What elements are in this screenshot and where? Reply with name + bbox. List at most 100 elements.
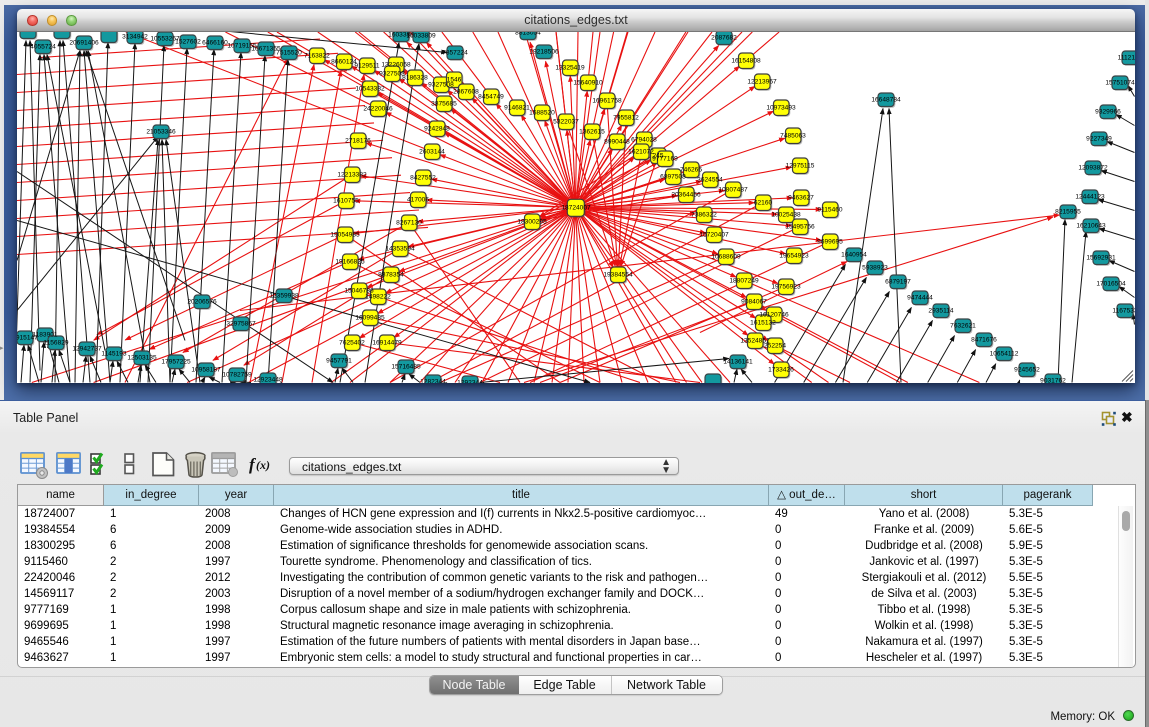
svg-text:32975867: 32975867	[226, 320, 256, 327]
svg-text:14353594: 14353594	[385, 245, 415, 252]
svg-text:12359938: 12359938	[269, 292, 299, 299]
svg-text:8454749: 8454749	[478, 93, 504, 100]
svg-text:19756923: 19756923	[771, 283, 801, 290]
svg-text:9242848: 9242848	[424, 125, 450, 132]
svg-text:7386322: 7386322	[691, 211, 717, 218]
svg-text:20364456: 20364456	[671, 191, 701, 198]
svg-text:10688609: 10688609	[711, 253, 741, 260]
svg-text:6466160: 6466160	[202, 39, 228, 46]
svg-text:1156829: 1156829	[43, 339, 69, 346]
svg-text:16648784: 16648784	[871, 96, 901, 103]
svg-text:15751074: 15751074	[1105, 79, 1135, 86]
svg-text:1183901: 1183901	[32, 331, 58, 338]
svg-text:16914479: 16914479	[372, 339, 402, 346]
svg-text:16210643: 16210643	[1076, 222, 1106, 229]
svg-text:12503135: 12503135	[127, 354, 157, 361]
svg-text:8427552: 8427552	[410, 174, 436, 181]
svg-text:1282344: 1282344	[420, 378, 446, 383]
svg-text:15716485: 15716485	[391, 363, 421, 370]
svg-text:7625402: 7625402	[339, 339, 365, 346]
svg-text:16961758: 16961758	[592, 97, 622, 104]
svg-text:62160: 62160	[754, 199, 773, 206]
svg-text:7163822: 7163822	[304, 52, 330, 59]
svg-text:9463627: 9463627	[788, 194, 814, 201]
svg-text:9329966: 9329966	[1095, 108, 1121, 115]
svg-text:12942737: 12942737	[72, 345, 102, 352]
svg-text:7857224: 7857224	[442, 49, 468, 56]
svg-text:16120746: 16120746	[759, 311, 789, 318]
svg-text:2935114: 2935114	[928, 307, 954, 314]
svg-text:1112194: 1112194	[1118, 54, 1135, 61]
svg-text:9129511: 9129511	[354, 62, 380, 69]
svg-text:252254: 252254	[764, 342, 786, 349]
svg-text:2603144: 2603144	[419, 148, 445, 155]
svg-text:4055724: 4055724	[30, 43, 56, 50]
svg-text:1167533: 1167533	[1112, 307, 1135, 314]
svg-text:1588520: 1588520	[529, 109, 555, 116]
svg-text:10807487: 10807487	[718, 186, 748, 193]
svg-text:9474444: 9474444	[907, 294, 933, 301]
svg-text:9084067: 9084067	[741, 298, 767, 305]
svg-text:1733426: 1733426	[768, 366, 794, 373]
svg-text:21053346: 21053346	[146, 128, 176, 135]
svg-text:16033809: 16033809	[406, 32, 436, 39]
svg-text:2718176: 2718176	[345, 137, 371, 144]
svg-text:7515520: 7515520	[276, 49, 302, 56]
svg-text:10025438: 10025438	[771, 211, 801, 218]
svg-text:3875685: 3875685	[431, 100, 457, 107]
svg-text:2087682: 2087682	[711, 34, 737, 41]
svg-text:1362615: 1362615	[579, 128, 605, 135]
svg-text:18807249: 18807249	[729, 277, 759, 284]
svg-text:19166825: 19166825	[335, 258, 365, 265]
svg-text:20206576: 20206576	[187, 298, 217, 305]
svg-text:8990448: 8990448	[604, 138, 630, 145]
svg-text:1546: 1546	[447, 76, 462, 83]
svg-text:9115460: 9115460	[817, 206, 843, 213]
svg-text:1498222: 1498222	[365, 293, 391, 300]
svg-text:17957225: 17957225	[161, 358, 191, 365]
svg-text:12923448: 12923448	[253, 376, 283, 383]
svg-text:9457791: 9457791	[326, 357, 352, 364]
svg-text:10973493: 10973493	[766, 104, 796, 111]
svg-text:9245652: 9245652	[1014, 366, 1040, 373]
svg-text:16099485: 16099485	[355, 314, 385, 321]
svg-text:417006: 417006	[407, 196, 429, 203]
svg-text:1610755: 1610755	[333, 197, 359, 204]
svg-text:12093872: 12093872	[1078, 164, 1108, 171]
svg-text:15640910: 15640910	[573, 79, 603, 86]
svg-text:9031762: 9031762	[1040, 377, 1066, 383]
svg-text:13325419: 13325419	[555, 64, 585, 71]
svg-text:19384554: 19384554	[603, 271, 633, 278]
svg-text:8186328: 8186328	[402, 74, 428, 81]
svg-text:9146821: 9146821	[504, 104, 530, 111]
svg-text:14136141: 14136141	[723, 358, 753, 365]
svg-text:8660124: 8660124	[331, 58, 357, 65]
svg-text:3134942: 3134942	[122, 33, 148, 40]
svg-text:1527602: 1527602	[175, 38, 201, 45]
svg-text:16154808: 16154808	[731, 57, 761, 64]
svg-text:9699695: 9699695	[817, 238, 843, 245]
svg-text:15692931: 15692931	[1086, 254, 1116, 261]
svg-text:10543382: 10543382	[355, 85, 385, 92]
svg-text:18300295: 18300295	[517, 218, 547, 225]
svg-text:8267130: 8267130	[396, 219, 422, 226]
svg-text:2867608: 2867608	[453, 88, 479, 95]
svg-text:5938923: 5938923	[862, 264, 888, 271]
svg-text:12213967: 12213967	[747, 78, 777, 85]
svg-text:8813054: 8813054	[515, 32, 541, 37]
svg-text:1145193: 1145193	[101, 350, 127, 357]
svg-text:8215955: 8215955	[1055, 208, 1081, 215]
svg-text:9777169: 9777169	[652, 155, 678, 162]
svg-text:7485063: 7485063	[780, 132, 806, 139]
svg-text:6879197: 6879197	[885, 278, 911, 285]
svg-text:8471676: 8471676	[971, 336, 997, 343]
svg-text:12975115: 12975115	[786, 162, 815, 169]
svg-text:10958187: 10958187	[191, 366, 221, 373]
svg-text:12213382: 12213382	[337, 171, 367, 178]
svg-text:7632621: 7632621	[950, 322, 976, 329]
svg-text:1615132: 1615132	[750, 319, 776, 326]
svg-text:18724007: 18724007	[561, 204, 591, 211]
svg-text:(x): (x)	[256, 458, 270, 472]
svg-text:1292344: 1292344	[457, 379, 483, 383]
svg-text:19218506: 19218506	[529, 48, 559, 55]
